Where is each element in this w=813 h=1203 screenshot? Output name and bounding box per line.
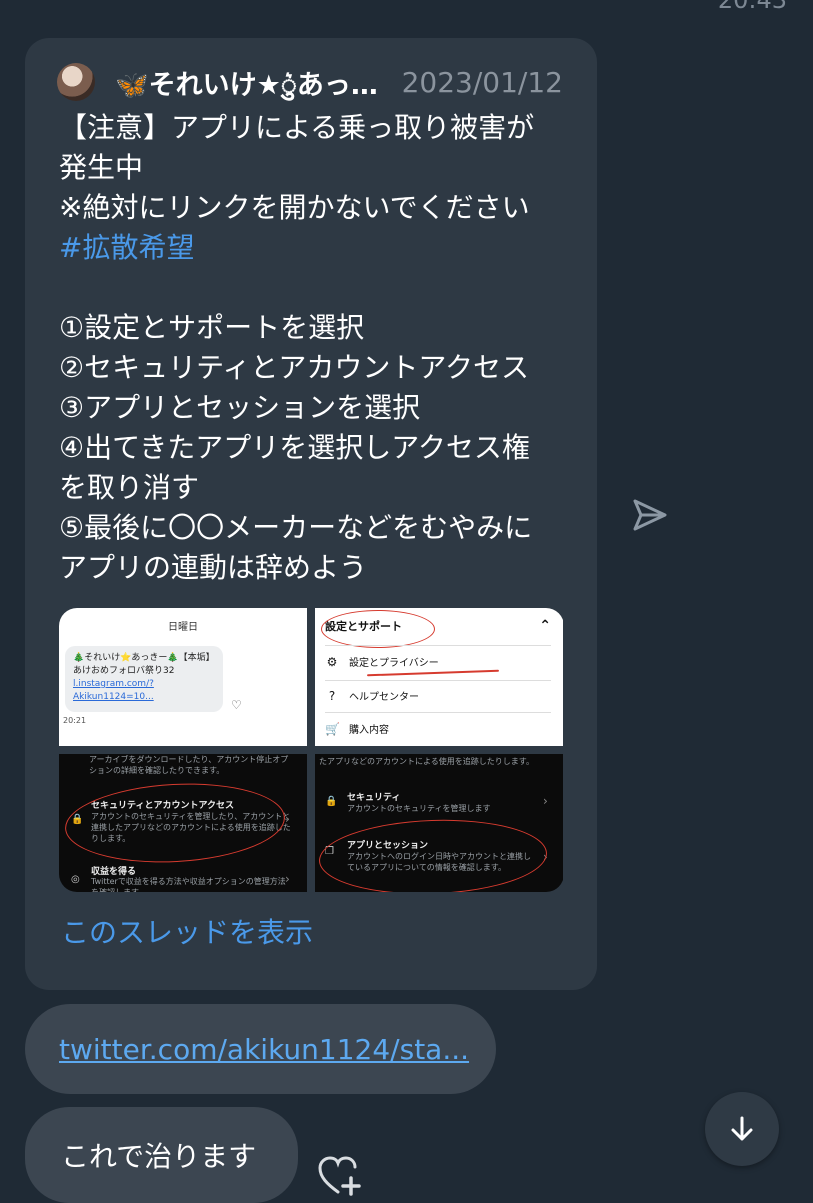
tweet-author: 🦋それいけ★ु͛あっきー🎄【本垢】 [115, 69, 385, 101]
step-line: ④出てきたアプリを選択しアクセス権 [59, 431, 530, 464]
tweet-date: 2023/01/12 [401, 65, 563, 99]
menu-item: ? ヘルプセンター [325, 688, 551, 704]
tweet-line: 発生中 [59, 151, 144, 184]
heart-plus-icon: ♡ [231, 698, 242, 712]
faded-text: アーカイブをダウンロードしたり、アカウント停止オプションの詳細を確認したりできま… [89, 755, 289, 775]
media-image-dm[interactable]: 日曜日 🎄それいけ⭐あっきー🎄【本垢】あけおめフォロバ祭り32 l.instag… [59, 608, 307, 746]
step-line: ①設定とサポートを選択 [59, 311, 365, 344]
text-message-bubble[interactable]: これで治ります [25, 1107, 298, 1203]
cart-icon: 🛒 [325, 721, 340, 736]
link-message-bubble[interactable]: twitter.com/akikun1124/sta... [25, 1004, 496, 1094]
money-icon: ◎ [71, 874, 80, 885]
menu-item: 🛒 購入内容 [325, 721, 551, 737]
tweet-text: 【注意】アプリによる乗っ取り被害が 発生中 ※絶対にリンクを開かないでください … [59, 108, 579, 588]
lock-icon: 🔒 [325, 796, 338, 807]
tweet-card[interactable]: 🦋それいけ★ु͛あっきー🎄【本垢】 2023/01/12 【注意】アプリによる乗… [25, 38, 597, 990]
add-reaction-icon[interactable] [317, 1154, 363, 1196]
media-grid[interactable]: 日曜日 🎄それいけ⭐あっきー🎄【本垢】あけおめフォロバ祭り32 l.instag… [59, 608, 564, 892]
dm-bubble: 🎄それいけ⭐あっきー🎄【本垢】あけおめフォロバ祭り32 l.instagram.… [65, 646, 223, 712]
faded-text: たアプリなどのアカウントによる使用を追跡したりします。 [319, 757, 534, 766]
item-desc: Twitterで収益を得る方法や収益オプションの管理方法を確認します。 [91, 877, 286, 892]
tweet-header: 🦋それいけ★ु͛あっきー🎄【本垢】 2023/01/12 [57, 60, 563, 104]
menu-item-label: 購入内容 [349, 725, 389, 736]
show-thread-link[interactable]: このスレッドを表示 [61, 911, 313, 951]
chevron-up-icon: ⌃ [539, 618, 551, 634]
divider [325, 712, 551, 713]
divider [325, 680, 551, 681]
hashtag-link[interactable]: #拡散希望 [59, 231, 194, 264]
step-line: を取り消す [59, 471, 200, 504]
dm-time: 20:21 [63, 716, 87, 725]
menu-item-label: ヘルプセンター [349, 692, 419, 703]
step-line: アプリの連動は辞めよう [59, 551, 368, 584]
arrow-down-icon [731, 1116, 753, 1141]
tweet-line: 【注意】アプリによる乗っ取り被害が [59, 111, 535, 144]
chevron-right-icon: › [285, 872, 290, 886]
red-circle-annotation [321, 610, 435, 648]
step-line: ⑤最後に〇〇メーカーなどをむやみに [59, 511, 533, 544]
step-line: ③アプリとセッションを選択 [59, 391, 421, 424]
media-image-settings[interactable]: 設定とサポート ⌃ ⚙ 設定とプライバシー ? ヘルプセンター 🛒 購入内容 [315, 608, 563, 746]
media-image-apps-sessions[interactable]: たアプリなどのアカウントによる使用を追跡したりします。 🔒 セキュリティ アカウ… [315, 754, 563, 892]
chevron-right-icon: › [285, 812, 290, 826]
avatar[interactable] [57, 63, 95, 101]
tweet-line: ※絶対にリンクを開かないでください [59, 191, 530, 224]
red-circle-annotation [317, 816, 549, 892]
gear-icon: ⚙ [326, 654, 338, 669]
message-text: これで治ります [61, 1140, 257, 1173]
chevron-right-icon: › [543, 794, 548, 808]
item-title: セキュリティ [347, 793, 401, 803]
day-label: 日曜日 [168, 622, 198, 633]
send-icon[interactable] [630, 495, 670, 535]
menu-item: ⚙ 設定とプライバシー [325, 654, 551, 670]
dm-bubble-text: 🎄それいけ⭐あっきー🎄【本垢】あけおめフォロバ祭り32 [73, 653, 215, 676]
help-icon: ? [328, 688, 336, 703]
tweet-link[interactable]: twitter.com/akikun1124/sta... [59, 1033, 469, 1066]
divider [325, 645, 551, 646]
red-circle-annotation [63, 778, 287, 868]
dm-bubble-link: l.instagram.com/?Akikun1124=10... [73, 679, 154, 702]
step-line: ②セキュリティとアカウントアクセス [59, 351, 530, 384]
scroll-down-button[interactable] [705, 1092, 779, 1166]
media-image-security[interactable]: アーカイブをダウンロードしたり、アカウント停止オプションの詳細を確認したりできま… [59, 754, 307, 892]
item-desc: アカウントのセキュリティを管理します [347, 804, 491, 813]
timestamp-top: 20:43 [717, 0, 787, 14]
red-underline-annotation [367, 669, 499, 676]
menu-item-label: 設定とプライバシー [349, 658, 439, 669]
